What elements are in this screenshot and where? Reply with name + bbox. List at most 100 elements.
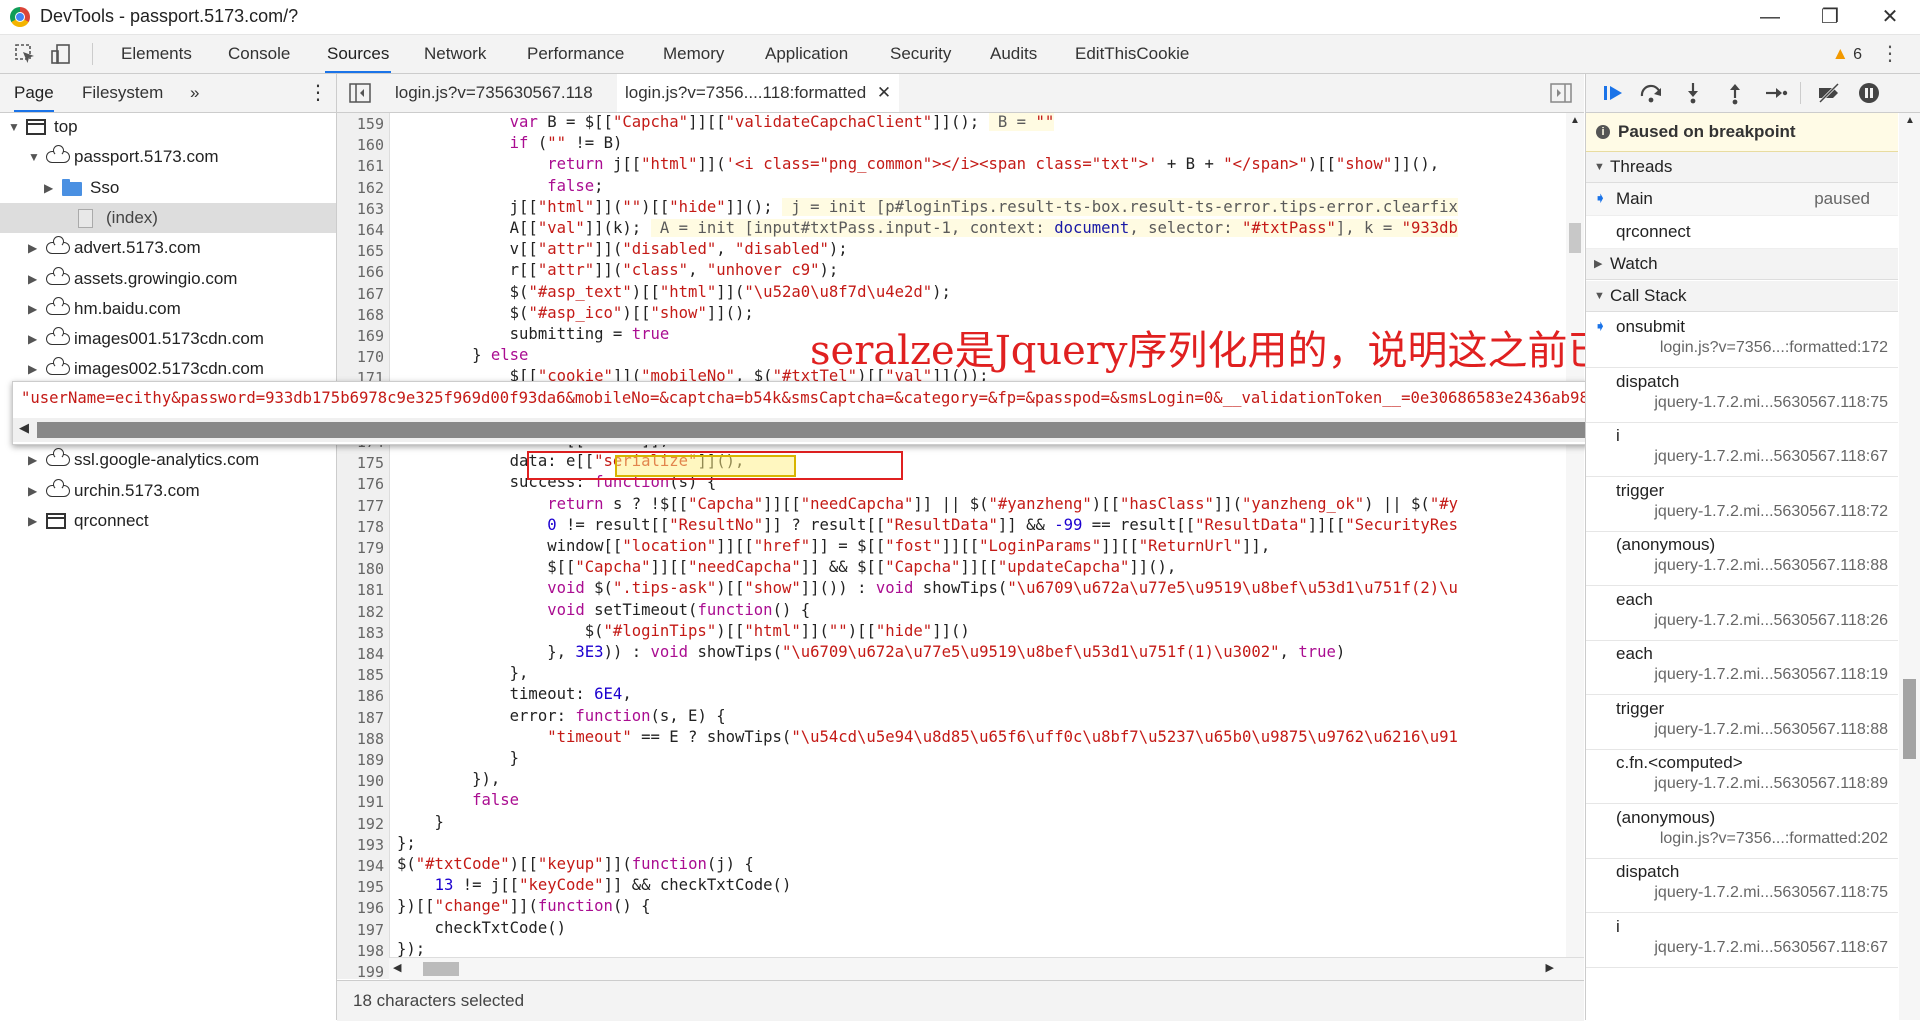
- popover-scroll-left-icon[interactable]: ◀: [19, 420, 29, 436]
- call-stack-frame[interactable]: dispatch jquery-1.7.2.mi...5630567.118:75: [1586, 368, 1898, 423]
- tree-item[interactable]: ▶ Sso: [0, 173, 336, 203]
- line-number[interactable]: 193: [337, 836, 384, 854]
- line-number[interactable]: 190: [337, 772, 384, 790]
- editor-horizontal-scrollbar[interactable]: ◀ ▶: [389, 957, 1584, 980]
- step-into-icon[interactable]: [1680, 80, 1706, 106]
- device-toolbar-icon[interactable]: [50, 43, 72, 65]
- close-tab-icon[interactable]: ✕: [877, 83, 891, 102]
- line-number[interactable]: 169: [337, 327, 384, 345]
- popover-scroll-thumb[interactable]: [37, 422, 1810, 438]
- call-stack-frame[interactable]: i jquery-1.7.2.mi...5630567.118:67: [1586, 422, 1898, 477]
- step-over-icon[interactable]: [1638, 80, 1664, 106]
- call-stack-frame[interactable]: trigger jquery-1.7.2.mi...5630567.118:88: [1586, 695, 1898, 750]
- editor-vertical-scrollbar[interactable]: ▲ ▼: [1566, 113, 1584, 979]
- nav-tab-page[interactable]: Page: [14, 74, 54, 112]
- editor-vertical-scroll-thumb[interactable]: [1569, 223, 1581, 253]
- call-stack-frame[interactable]: (anonymous) jquery-1.7.2.mi...5630567.118…: [1586, 531, 1898, 586]
- line-number[interactable]: 167: [337, 285, 384, 303]
- nav-more-tabs-icon[interactable]: »: [190, 74, 199, 112]
- line-number[interactable]: 199: [337, 963, 384, 981]
- line-number[interactable]: 165: [337, 242, 384, 260]
- line-number[interactable]: 163: [337, 200, 384, 218]
- thread-main[interactable]: ➧ Main paused: [1586, 183, 1898, 216]
- tab-memory[interactable]: Memory: [661, 35, 726, 73]
- editor-horizontal-scroll-thumb[interactable]: [423, 962, 459, 976]
- line-number[interactable]: 166: [337, 263, 384, 281]
- line-number-gutter[interactable]: 159 160 161 162 163 164 165 166 167 168 169 170 171 1…: [337, 113, 390, 981]
- tab-network[interactable]: Network: [422, 35, 488, 73]
- line-number[interactable]: 180: [337, 560, 384, 578]
- line-number[interactable]: 179: [337, 539, 384, 557]
- deactivate-breakpoints-icon[interactable]: [1816, 80, 1842, 106]
- more-menu-icon[interactable]: ⋮: [1880, 35, 1900, 73]
- tree-expand-icon[interactable]: ▶: [28, 506, 37, 536]
- line-number[interactable]: 191: [337, 793, 384, 811]
- tab-application[interactable]: Application: [763, 35, 850, 73]
- section-threads[interactable]: ▼ Threads: [1586, 152, 1898, 183]
- line-number[interactable]: 164: [337, 221, 384, 239]
- line-number[interactable]: 182: [337, 603, 384, 621]
- tree-item[interactable]: ▶ images001.5173cdn.com: [0, 324, 336, 354]
- tree-item[interactable]: (index): [0, 202, 336, 233]
- tree-item[interactable]: ▶ qrconnect: [0, 506, 336, 536]
- line-number[interactable]: 197: [337, 921, 384, 939]
- close-window-button[interactable]: ✕: [1860, 2, 1920, 32]
- line-number[interactable]: 184: [337, 645, 384, 663]
- tree-expand-icon[interactable]: ▶: [28, 294, 37, 324]
- tab-performance[interactable]: Performance: [525, 35, 626, 73]
- debugger-scroll-up-icon[interactable]: ▲: [1905, 115, 1915, 126]
- tree-expand-icon[interactable]: ▶: [28, 354, 37, 384]
- call-stack-frame[interactable]: each jquery-1.7.2.mi...5630567.118:19: [1586, 640, 1898, 695]
- line-number[interactable]: 178: [337, 518, 384, 536]
- tab-elements[interactable]: Elements: [119, 35, 194, 73]
- editor-tab-login-js-formatted[interactable]: login.js?v=7356....118:formatted ✕: [617, 74, 900, 112]
- line-number[interactable]: 186: [337, 687, 384, 705]
- editor-tab-login-js[interactable]: login.js?v=735630567.118: [395, 74, 593, 112]
- minimize-button[interactable]: —: [1740, 2, 1800, 32]
- call-stack-frame[interactable]: c.fn.<computed> jquery-1.7.2.mi...5630567…: [1586, 749, 1898, 804]
- tree-item[interactable]: ▶ images002.5173cdn.com: [0, 354, 336, 384]
- tab-sources[interactable]: Sources: [325, 35, 392, 73]
- maximize-button[interactable]: ❐: [1800, 2, 1860, 32]
- call-stack-frame[interactable]: ➧ onsubmit login.js?v=7356...:formatted:17…: [1586, 313, 1898, 368]
- tree-expand-icon[interactable]: ▶: [44, 173, 53, 203]
- section-watch[interactable]: ▶ Watch: [1586, 249, 1898, 280]
- pause-on-exceptions-icon[interactable]: [1856, 80, 1882, 106]
- line-number[interactable]: 185: [337, 666, 384, 684]
- nav-menu-icon[interactable]: ⋮: [308, 74, 328, 112]
- scroll-left-icon[interactable]: ◀: [393, 961, 401, 974]
- tab-security[interactable]: Security: [888, 35, 953, 73]
- line-number[interactable]: 177: [337, 497, 384, 515]
- line-number[interactable]: 162: [337, 179, 384, 197]
- step-icon[interactable]: [1762, 80, 1788, 106]
- line-number[interactable]: 159: [337, 115, 384, 133]
- line-number[interactable]: 181: [337, 581, 384, 599]
- thread-qrconnect[interactable]: qrconnect: [1586, 216, 1898, 249]
- tab-audits[interactable]: Audits: [988, 35, 1039, 73]
- line-number[interactable]: 189: [337, 751, 384, 769]
- tree-expand-icon[interactable]: ▶: [28, 264, 37, 294]
- step-out-icon[interactable]: [1722, 80, 1748, 106]
- line-number[interactable]: 196: [337, 899, 384, 917]
- line-number[interactable]: 176: [337, 475, 384, 493]
- call-stack-frame[interactable]: trigger jquery-1.7.2.mi...5630567.118:72: [1586, 477, 1898, 532]
- warnings-counter[interactable]: ▲ 6: [1832, 35, 1862, 73]
- line-number[interactable]: 192: [337, 815, 384, 833]
- tree-expand-icon[interactable]: ▶: [28, 476, 37, 506]
- line-number[interactable]: 187: [337, 709, 384, 727]
- tree-item[interactable]: ▼ top: [0, 112, 336, 142]
- tree-item[interactable]: ▶ ssl.google-analytics.com: [0, 445, 336, 475]
- tree-item[interactable]: ▶ advert.5173.com: [0, 233, 336, 263]
- toggle-navigator-icon[interactable]: [349, 83, 371, 103]
- tree-item[interactable]: ▶ urchin.5173.com: [0, 476, 336, 506]
- line-number[interactable]: 194: [337, 857, 384, 875]
- debugger-scrollbar[interactable]: ▲: [1899, 113, 1920, 1020]
- line-number[interactable]: 168: [337, 306, 384, 324]
- section-call-stack[interactable]: ▼ Call Stack: [1586, 281, 1898, 312]
- tree-expand-icon[interactable]: ▶: [28, 445, 37, 475]
- tree-collapse-icon[interactable]: ▼: [8, 112, 20, 142]
- line-number[interactable]: 161: [337, 157, 384, 175]
- line-number[interactable]: 175: [337, 454, 384, 472]
- call-stack-frame[interactable]: i jquery-1.7.2.mi...5630567.118:67: [1586, 913, 1898, 968]
- tree-expand-icon[interactable]: ▶: [28, 324, 37, 354]
